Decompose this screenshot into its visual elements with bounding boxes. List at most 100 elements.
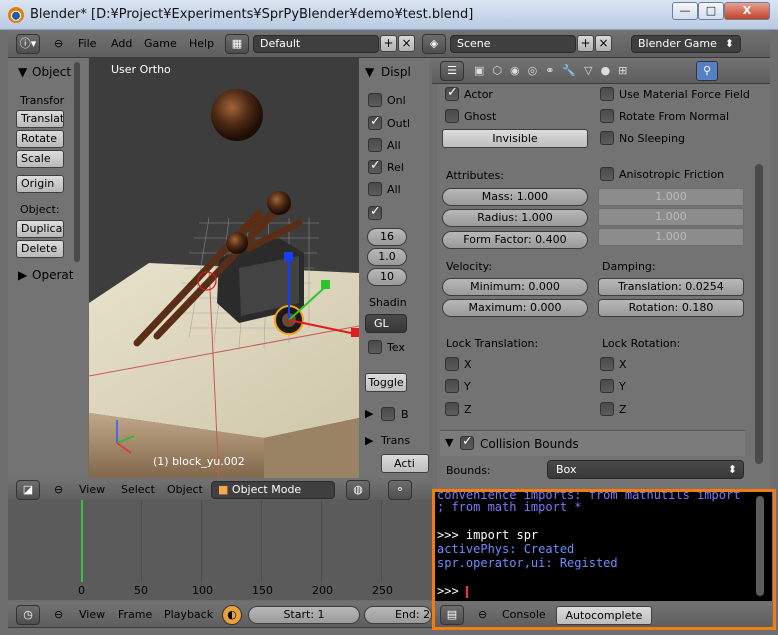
grid-subdivisions-field[interactable]: 10 bbox=[367, 268, 407, 286]
screen-layout-icon[interactable]: ▦ bbox=[225, 34, 249, 54]
end-frame-field[interactable]: End: 25 bbox=[364, 606, 432, 624]
pivot-point-icon[interactable]: ⚬ bbox=[388, 480, 412, 500]
console-editor-icon[interactable]: ▤ bbox=[440, 605, 464, 625]
rotate-button[interactable]: Rotate bbox=[16, 130, 64, 148]
lock-rot-y-checkbox[interactable] bbox=[600, 379, 614, 393]
panel-arrow-icon[interactable]: ▼ bbox=[18, 65, 27, 79]
actor-checkbox[interactable] bbox=[445, 85, 459, 101]
mode-selector[interactable]: ■ Object Mode bbox=[211, 481, 335, 499]
menu-help[interactable]: Help bbox=[189, 35, 214, 53]
operator-arrow-icon[interactable]: ▶ bbox=[18, 268, 27, 282]
collapse-menu-icon[interactable]: ⊖ bbox=[54, 35, 63, 53]
console-scrollbar[interactable] bbox=[756, 496, 764, 596]
grid-scale-field[interactable]: 1.0 bbox=[367, 248, 407, 266]
scale-button[interactable]: Scale bbox=[16, 150, 64, 168]
origin-button[interactable]: Origin bbox=[16, 175, 64, 193]
duplicate-button[interactable]: Duplicat bbox=[16, 220, 64, 238]
console-menu[interactable]: Console bbox=[502, 606, 546, 624]
timeline-menu-view[interactable]: View bbox=[79, 606, 105, 624]
lock-trans-z-checkbox[interactable] bbox=[445, 402, 459, 416]
textured-solid-checkbox[interactable] bbox=[368, 340, 382, 354]
menu-game[interactable]: Game bbox=[144, 35, 177, 53]
form-factor-field[interactable]: Form Factor: 0.400 bbox=[442, 231, 588, 249]
properties-editor-icon[interactable]: ☰ bbox=[440, 61, 464, 81]
damping-translation-field[interactable]: Translation: 0.0254 bbox=[598, 278, 744, 296]
physics-tab-icon[interactable]: ⚲ bbox=[696, 61, 718, 81]
properties-context-tabs[interactable]: ▣⬡◉◎⚭🔧▽●⊞ bbox=[474, 62, 724, 80]
scene-icon[interactable]: ◈ bbox=[422, 34, 446, 54]
anisotropic-friction-checkbox[interactable] bbox=[600, 167, 614, 181]
menu-file[interactable]: File bbox=[78, 35, 96, 53]
render-engine-selector[interactable]: Blender Game ⬍ bbox=[631, 35, 741, 53]
ghost-checkbox[interactable] bbox=[445, 109, 459, 123]
viewport-shading-icon[interactable]: ◍ bbox=[346, 480, 370, 500]
toggle-quad-view-button[interactable]: Toggle bbox=[365, 373, 407, 392]
timeline-collapse-icon[interactable]: ⊖ bbox=[54, 606, 63, 624]
delete-scene-button[interactable]: × bbox=[595, 35, 612, 52]
translate-button[interactable]: Translat bbox=[16, 110, 64, 128]
info-editor-icon[interactable]: ⓘ▾ bbox=[16, 34, 40, 54]
display-arrow-icon[interactable]: ▼ bbox=[365, 65, 374, 79]
timeline-editor[interactable]: 0 50 100 150 200 250 bbox=[8, 500, 432, 600]
active-orientation-button[interactable]: Acti bbox=[381, 454, 429, 473]
autocomplete-button[interactable]: Autocomplete bbox=[556, 606, 652, 625]
maximize-button[interactable]: □ bbox=[698, 2, 724, 20]
3d-view-editor-icon[interactable]: ◪ bbox=[16, 480, 40, 500]
grid-checkbox[interactable] bbox=[368, 204, 382, 220]
damping-rotation-field[interactable]: Rotation: 0.180 bbox=[598, 299, 744, 317]
layout-selector[interactable]: Default bbox=[253, 35, 379, 53]
python-console[interactable]: convenience imports: from mathutils impo… bbox=[434, 492, 772, 601]
velocity-min-field[interactable]: Minimum: 0.000 bbox=[442, 278, 588, 296]
add-scene-button[interactable]: + bbox=[577, 35, 594, 52]
timeline-menu-playback[interactable]: Playback bbox=[164, 606, 213, 624]
object-panel-title[interactable]: Object bbox=[32, 65, 71, 79]
add-layout-button[interactable]: + bbox=[380, 35, 397, 52]
console-prompt[interactable]: >>> bbox=[437, 584, 468, 598]
keying-icon[interactable]: ◐ bbox=[222, 605, 242, 625]
lock-trans-y-checkbox[interactable] bbox=[445, 379, 459, 393]
menu-select[interactable]: Select bbox=[121, 481, 155, 499]
mass-field[interactable]: Mass: 1.000 bbox=[442, 188, 588, 206]
timeline-editor-icon[interactable]: ◷ bbox=[16, 605, 40, 625]
use-material-force-checkbox[interactable] bbox=[600, 87, 614, 101]
delete-layout-button[interactable]: × bbox=[398, 35, 415, 52]
collision-bounds-panel-header[interactable]: ▼ Collision Bounds bbox=[440, 430, 745, 456]
aniso-y-field[interactable]: 1.000 bbox=[598, 208, 744, 226]
scene-selector[interactable]: Scene bbox=[450, 35, 576, 53]
all-objects-checkbox[interactable] bbox=[368, 182, 382, 196]
menu-object[interactable]: Object bbox=[167, 481, 203, 499]
invisible-button[interactable]: Invisible bbox=[442, 129, 588, 148]
lock-rot-z-checkbox[interactable] bbox=[600, 402, 614, 416]
menu-view[interactable]: View bbox=[79, 481, 105, 499]
3d-viewport[interactable]: User Ortho (1) block_yu.002 bbox=[89, 58, 359, 482]
collision-bounds-checkbox[interactable] bbox=[460, 434, 474, 450]
console-collapse-icon[interactable]: ⊖ bbox=[478, 606, 487, 624]
bounds-selector[interactable]: Box ⬍ bbox=[547, 460, 744, 479]
minimize-button[interactable]: — bbox=[672, 2, 698, 20]
radius-field[interactable]: Radius: 1.000 bbox=[442, 209, 588, 227]
display-panel-title[interactable]: Displ bbox=[381, 65, 411, 79]
current-frame-line[interactable] bbox=[81, 500, 83, 582]
timeline-menu-frame[interactable]: Frame bbox=[118, 606, 152, 624]
no-sleeping-checkbox[interactable] bbox=[600, 131, 614, 145]
lock-rot-x-checkbox[interactable] bbox=[600, 357, 614, 371]
rotate-from-normal-checkbox[interactable] bbox=[600, 109, 614, 123]
collapse-icon[interactable]: ⊖ bbox=[54, 481, 63, 499]
lock-trans-x-checkbox[interactable] bbox=[445, 357, 459, 371]
relationships-checkbox[interactable] bbox=[368, 158, 382, 174]
close-button[interactable]: X bbox=[724, 2, 770, 20]
properties-scrollbar[interactable] bbox=[755, 164, 763, 464]
delete-button[interactable]: Delete bbox=[16, 240, 64, 258]
shading-selector[interactable]: GL bbox=[365, 314, 407, 333]
background-arrow-icon[interactable]: ▶ bbox=[365, 407, 373, 420]
aniso-z-field[interactable]: 1.000 bbox=[598, 228, 744, 246]
velocity-max-field[interactable]: Maximum: 0.000 bbox=[442, 299, 588, 317]
toolshelf-scrollbar[interactable] bbox=[74, 62, 80, 262]
aniso-x-field[interactable]: 1.000 bbox=[598, 188, 744, 206]
outline-checkbox[interactable] bbox=[368, 114, 382, 130]
operator-panel-title[interactable]: Operat bbox=[32, 268, 73, 282]
grid-lines-field[interactable]: 16 bbox=[367, 228, 407, 246]
only-render-checkbox[interactable] bbox=[368, 93, 382, 107]
transform-orient-arrow-icon[interactable]: ▶ bbox=[365, 434, 373, 447]
start-frame-field[interactable]: Start: 1 bbox=[248, 606, 360, 624]
